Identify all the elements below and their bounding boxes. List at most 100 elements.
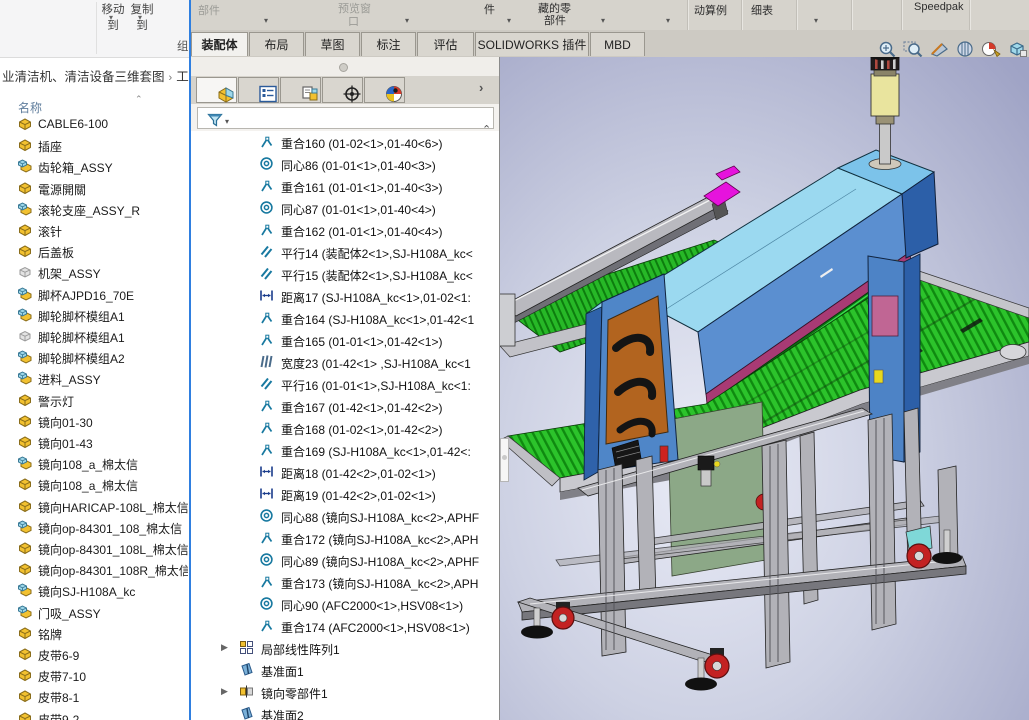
file-list-item[interactable]: 镜向HARICAP-108L_棉太信 [0, 496, 189, 517]
feature-tree-item[interactable]: 平行15 (装配体2<1>,SJ-H108A_kc< [191, 263, 499, 285]
feature-tree-item[interactable]: 重合160 (01-02<1>,01-40<6>) [191, 131, 499, 153]
file-list-item[interactable]: 机架_ASSY [0, 262, 189, 283]
name-column-header[interactable]: 名称 [18, 99, 42, 116]
file-list-item[interactable]: 后盖板 [0, 241, 189, 262]
commandmanager-button-label[interactable]: 件 [484, 1, 495, 17]
commandmanager-button-label[interactable]: Speedpak [914, 1, 964, 13]
dropdown-caret-icon[interactable]: ▾ [666, 16, 670, 25]
feature-tree-item[interactable]: 重合164 (SJ-H108A_kc<1>,01-42<1 [191, 307, 499, 329]
file-list-item[interactable]: 脚轮脚杯模组A1 [0, 305, 189, 326]
file-list-item[interactable]: 镜向op-84301_108_棉太信 [0, 517, 189, 538]
expand-arrow-icon[interactable]: ▶ [221, 686, 228, 697]
file-list-item[interactable]: 镜向108_a_棉太信 [0, 474, 189, 495]
file-list-item[interactable]: 铭牌 [0, 623, 189, 644]
file-list-item[interactable]: 皮带8-1 [0, 686, 189, 707]
feature-tree-item[interactable]: 距离17 (SJ-H108A_kc<1>,01-02<1: [191, 285, 499, 307]
feature-tree-item[interactable]: 基准面1 [191, 659, 499, 681]
panel-expand-arrow[interactable]: › [479, 80, 483, 95]
commandmanager-button-label[interactable]: 细表 [751, 2, 773, 18]
section-view-icon[interactable] [928, 40, 950, 58]
viewport-splitter-handle[interactable] [500, 438, 509, 482]
filter-caret-icon[interactable]: ▾ [225, 117, 229, 126]
file-list-item[interactable]: 镜向108_a_棉太信 [0, 453, 189, 474]
file-list-item[interactable]: 插座 [0, 135, 189, 156]
zoom-to-fit-icon[interactable] [876, 40, 898, 58]
expand-arrow-icon[interactable]: ▶ [221, 642, 228, 653]
file-list-item[interactable]: 警示灯 [0, 390, 189, 411]
file-list-item[interactable]: 電源開關 [0, 178, 189, 199]
configurationmanager-tab[interactable] [280, 77, 321, 103]
feature-tree-item[interactable]: 距离18 (01-42<2>,01-02<1>) [191, 461, 499, 483]
graphics-viewport[interactable] [500, 57, 1029, 720]
commandmanager-tab-2[interactable]: 草图 [305, 32, 360, 56]
view-settings-icon[interactable] [1006, 40, 1028, 58]
edit-appearance-icon[interactable] [980, 40, 1002, 58]
dropdown-caret-icon[interactable]: ▾ [814, 16, 818, 25]
commandmanager-tab-1[interactable]: 布局 [249, 32, 304, 56]
zoom-to-area-icon[interactable] [902, 40, 924, 58]
commandmanager-button-label[interactable]: 部件 [544, 12, 566, 28]
dropdown-caret-icon[interactable]: ▾ [405, 16, 409, 25]
feature-tree-item[interactable]: 重合162 (01-01<1>,01-40<4>) [191, 219, 499, 241]
file-list-item[interactable]: 镜向01-43 [0, 432, 189, 453]
breadcrumb-next[interactable]: 工 [176, 70, 189, 84]
feature-tree-item[interactable]: 基准面2 [191, 703, 499, 720]
file-list-item[interactable]: 进料_ASSY [0, 368, 189, 389]
file-list-item[interactable]: 镜向op-84301_108R_棉太信 [0, 559, 189, 580]
file-list-item[interactable]: 脚杯AJPD16_70E [0, 284, 189, 305]
file-list-item[interactable]: 滚轮支座_ASSY_R [0, 199, 189, 220]
dropdown-caret-icon[interactable]: ▾ [601, 16, 605, 25]
tree-filter-input[interactable]: ▾ [197, 107, 494, 129]
featuremanager-tab[interactable] [196, 77, 237, 103]
commandmanager-tab-5[interactable]: SOLIDWORKS 插件 [475, 32, 589, 56]
file-list-item[interactable]: 镜向SJ-H108A_kc [0, 580, 189, 601]
feature-tree-item[interactable]: 重合168 (01-02<1>,01-42<2>) [191, 417, 499, 439]
feature-tree-item[interactable]: 同心87 (01-01<1>,01-40<4>) [191, 197, 499, 219]
feature-tree-item[interactable]: 重合174 (AFC2000<1>,HSV08<1>) [191, 615, 499, 637]
feature-tree-item[interactable]: 平行14 (装配体2<1>,SJ-H108A_kc< [191, 241, 499, 263]
file-list-item[interactable]: 滚针 [0, 220, 189, 241]
feature-tree-item[interactable]: 平行16 (01-01<1>,SJ-H108A_kc<1: [191, 373, 499, 395]
sort-ascending-icon[interactable]: ⌃ [135, 94, 143, 105]
copy-to-caret-icon[interactable]: ▾ [138, 13, 142, 22]
feature-tree-item[interactable]: 重合161 (01-01<1>,01-40<3>) [191, 175, 499, 197]
filter-funnel-icon[interactable] [207, 112, 223, 128]
file-list-item[interactable]: 镜向01-30 [0, 411, 189, 432]
feature-tree-item[interactable]: 同心90 (AFC2000<1>,HSV08<1>) [191, 593, 499, 615]
feature-tree-item[interactable]: 重合165 (01-01<1>,01-42<1>) [191, 329, 499, 351]
feature-tree-item[interactable]: ▶局部线性阵列1 [191, 637, 499, 659]
viewport-3d-model[interactable] [500, 57, 1029, 720]
file-list-item[interactable]: 皮带9-2 [0, 708, 189, 720]
feature-tree-item[interactable]: ▶镜向零部件1 [191, 681, 499, 703]
commandmanager-button-label[interactable]: 口 [348, 13, 359, 29]
commandmanager-tab-assembly[interactable]: 装配体 [191, 32, 248, 56]
feature-tree-item[interactable]: 重合169 (SJ-H108A_kc<1>,01-42<: [191, 439, 499, 461]
commandmanager-button-label[interactable]: 部件 [198, 2, 220, 18]
move-to-caret-icon[interactable]: ▾ [109, 13, 113, 22]
feature-tree-item[interactable]: 距离19 (01-42<2>,01-02<1>) [191, 483, 499, 505]
display-style-icon[interactable] [954, 40, 976, 58]
file-list-item[interactable]: 齿轮箱_ASSY [0, 156, 189, 177]
file-list-item[interactable]: 脚轮脚杯模组A2 [0, 347, 189, 368]
panel-splitter-handle[interactable] [339, 63, 348, 72]
file-list-item[interactable]: 镜向op-84301_108L_棉太信 [0, 538, 189, 559]
file-list-item[interactable]: 脚轮脚杯模组A1 [0, 326, 189, 347]
commandmanager-button-label[interactable]: 动算例 [694, 2, 727, 18]
commandmanager-tab-4[interactable]: 评估 [417, 32, 474, 56]
commandmanager-tab-6[interactable]: MBD [590, 32, 645, 56]
feature-tree-item[interactable]: 同心89 (镜向SJ-H108A_kc<2>,APHF [191, 549, 499, 571]
feature-tree-item[interactable]: 重合173 (镜向SJ-H108A_kc<2>,APH [191, 571, 499, 593]
feature-tree-item[interactable]: 重合167 (01-42<1>,01-42<2>) [191, 395, 499, 417]
commandmanager-tab-3[interactable]: 标注 [361, 32, 416, 56]
file-list-item[interactable]: 皮带6-9 [0, 644, 189, 665]
feature-tree-item[interactable]: 重合172 (镜向SJ-H108A_kc<2>,APH [191, 527, 499, 549]
file-list-item[interactable]: 门吸_ASSY [0, 602, 189, 623]
propertymanager-tab[interactable] [238, 77, 279, 103]
tree-scroll-up-icon[interactable]: ⌃ [482, 123, 491, 136]
feature-tree-item[interactable]: 同心88 (镜向SJ-H108A_kc<2>,APHF [191, 505, 499, 527]
file-list-item[interactable]: 皮带7-10 [0, 665, 189, 686]
breadcrumb[interactable]: 业清洁机、清洁设备三维套图›工 [0, 58, 189, 96]
breadcrumb-path[interactable]: 业清洁机、清洁设备三维套图 [2, 70, 165, 84]
feature-tree-item[interactable]: 同心86 (01-01<1>,01-40<3>) [191, 153, 499, 175]
dimxpert-tab[interactable] [322, 77, 363, 103]
